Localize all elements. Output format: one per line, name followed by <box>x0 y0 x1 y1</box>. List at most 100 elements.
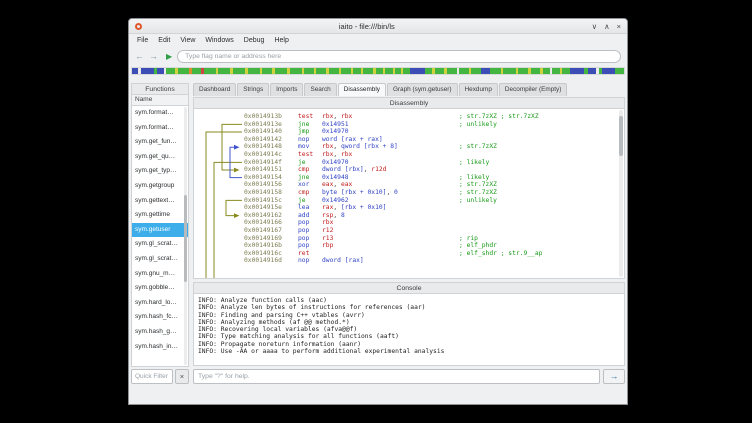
functions-name-column-header[interactable]: Name <box>131 95 189 106</box>
disassembly-line[interactable]: 0x0014913btestrbx, rbx; str.7zXZ ; str.7… <box>244 113 616 121</box>
disassembly-line[interactable]: 0x00149151cmpdword [rbx], r12d <box>244 166 616 174</box>
play-button[interactable]: ▶ <box>166 47 172 66</box>
console-line: INFO: Propagate noreturn information (aa… <box>198 341 620 348</box>
disassembly-line[interactable]: 0x00149156xoreax, eax; str.7zXZ <box>244 181 616 189</box>
quick-filter-clear-button[interactable]: × <box>175 369 189 384</box>
functions-scrollbar[interactable] <box>184 107 187 365</box>
disassembly-line[interactable]: 0x0014916cret; elf_shdr ; str.9__ap <box>244 250 616 258</box>
instruction-operand: rbx <box>322 219 333 226</box>
disassembly-line[interactable]: 0x00149140jmp0x14970 <box>244 128 616 136</box>
menu-file[interactable]: File <box>137 37 148 44</box>
console-input[interactable] <box>193 369 600 384</box>
memory-map-segment <box>351 68 353 74</box>
menu-view[interactable]: View <box>180 37 195 44</box>
disassembly-line[interactable]: 0x00149148movrbx, qword [rbx + 8]; str.7… <box>244 143 616 151</box>
function-item[interactable]: sym.gl_scrat… <box>132 252 188 267</box>
disassembly-line[interactable]: 0x0014915cje0x14962; unlikely <box>244 197 616 205</box>
forward-button[interactable]: → <box>149 47 158 66</box>
tab-strings[interactable]: Strings <box>237 83 269 96</box>
disassembly-line[interactable]: 0x0014916bpoprbp; elf_phdr <box>244 242 616 250</box>
menu-help[interactable]: Help <box>274 37 288 44</box>
console-panel: Console INFO: Analyze function calls (aa… <box>193 282 625 384</box>
instruction-operand: , <box>333 151 341 158</box>
functions-dock-title[interactable]: Functions <box>131 83 189 95</box>
console-dock-title[interactable]: Console <box>193 282 625 294</box>
memory-map-segment <box>216 68 218 74</box>
function-item[interactable]: sym.hard_lo… <box>132 296 188 311</box>
window-controls: ∨ ∧ × <box>592 19 621 34</box>
instruction-operand: eax <box>322 181 333 188</box>
function-item[interactable]: sym.get_fun… <box>132 135 188 150</box>
function-item[interactable]: sym.getgroup <box>132 179 188 194</box>
function-item[interactable]: sym.gettext… <box>132 194 188 209</box>
disassembly-view[interactable]: 0x0014913btestrbx, rbx; str.7zXZ ; str.7… <box>193 109 625 279</box>
disassembly-scrollbar-thumb[interactable] <box>619 116 623 156</box>
instruction-operand: rbx <box>341 151 352 158</box>
quick-filter-input[interactable] <box>131 369 173 384</box>
function-item[interactable]: sym.get_qu… <box>132 150 188 165</box>
instruction-mnemonic: nop <box>298 136 322 144</box>
address-search-input[interactable] <box>177 50 621 63</box>
disassembly-line[interactable]: 0x0014916dnopdword [rax] <box>244 257 616 265</box>
disassembly-line[interactable]: 0x00149158cmpbyte [rbx + 0x10], 0; str.7… <box>244 189 616 197</box>
menu-windows[interactable]: Windows <box>205 37 233 44</box>
disassembly-line[interactable]: 0x00149166poprbx <box>244 219 616 227</box>
function-item[interactable]: sym.getuser <box>132 223 188 238</box>
function-item[interactable]: sym.gettime <box>132 208 188 223</box>
disassembly-line[interactable]: 0x0014915elearax, [rbx + 0x10] <box>244 204 616 212</box>
maximize-button[interactable]: ∧ <box>604 19 610 34</box>
function-item[interactable]: sym.hash_in… <box>132 340 188 355</box>
back-button[interactable]: ← <box>135 47 144 66</box>
instruction-operand: r12d <box>371 166 386 173</box>
tab-disassembly[interactable]: Disassembly <box>338 83 386 96</box>
tab-graph-sym-getuser[interactable]: Graph (sym.getuser) <box>387 83 458 96</box>
disassembly-scrollbar[interactable] <box>619 110 623 277</box>
disassembly-line[interactable]: 0x00149154jne0x14948; likely <box>244 174 616 182</box>
function-item[interactable]: sym.hash_g… <box>132 325 188 340</box>
instruction-mnemonic: mov <box>298 143 322 151</box>
instruction-operand: qword [rbx + 8] <box>341 143 398 150</box>
close-button[interactable]: × <box>617 19 621 34</box>
console-line: INFO: Use -AA or aaaa to perform additio… <box>198 348 620 355</box>
disassembly-line[interactable]: 0x00149162addrsp, 8 <box>244 212 616 220</box>
function-item[interactable]: sym.gobble… <box>132 281 188 296</box>
function-item[interactable]: sym.gl_scrat… <box>132 237 188 252</box>
menu-debug[interactable]: Debug <box>244 37 265 44</box>
disassembly-line[interactable]: 0x00149167popr12 <box>244 227 616 235</box>
disassembly-line[interactable]: 0x0014913ejne0x14951; unlikely <box>244 121 616 129</box>
instruction-address: 0x00149167 <box>244 227 298 235</box>
minimize-button[interactable]: ∨ <box>592 19 598 34</box>
functions-scrollbar-thumb[interactable] <box>184 195 187 283</box>
instruction-operand: rbx <box>341 113 352 120</box>
tab-search[interactable]: Search <box>304 83 336 96</box>
workspace: DashboardStringsImportsSearchDisassembly… <box>193 83 625 384</box>
disassembly-line[interactable]: 0x00149142nopword [rax + rax] <box>244 136 616 144</box>
function-item[interactable]: sym.format… <box>132 106 188 121</box>
function-item[interactable]: sym.get_typ… <box>132 164 188 179</box>
disassembly-dock-title[interactable]: Disassembly <box>193 97 625 109</box>
instruction-operand: rbx <box>322 113 333 120</box>
instruction-operand: rbp <box>322 242 333 249</box>
tab-hexdump[interactable]: Hexdump <box>459 83 498 96</box>
instruction-address: 0x0014914c <box>244 151 298 159</box>
title-bar[interactable]: iaito - file:///bin/ls ∨ ∧ × <box>129 19 627 34</box>
function-item[interactable]: sym.gnu_m… <box>132 267 188 282</box>
disassembly-line[interactable]: 0x0014914fje0x14970; likely <box>244 159 616 167</box>
disassembly-line[interactable]: 0x00149169popr13; rip <box>244 235 616 243</box>
console-execute-button[interactable]: → <box>603 369 625 384</box>
instruction-operand: r12 <box>322 227 333 234</box>
tab-decompiler-empty[interactable]: Decompiler (Empty) <box>499 83 567 96</box>
memory-map-segment <box>361 68 363 74</box>
disassembly-line[interactable]: 0x0014914ctestrbx, rbx <box>244 151 616 159</box>
tab-imports[interactable]: Imports <box>270 83 303 96</box>
quick-filter: × <box>131 369 189 384</box>
instruction-address: 0x00149148 <box>244 143 298 151</box>
function-item[interactable]: sym.format… <box>132 121 188 136</box>
function-item[interactable]: sym.hash_fc… <box>132 310 188 325</box>
memory-map-segment <box>588 68 597 74</box>
instruction-address: 0x0014915c <box>244 197 298 205</box>
menu-edit[interactable]: Edit <box>158 37 170 44</box>
tab-dashboard[interactable]: Dashboard <box>193 83 236 96</box>
memory-map[interactable] <box>131 67 625 75</box>
memory-map-segment <box>516 68 518 74</box>
